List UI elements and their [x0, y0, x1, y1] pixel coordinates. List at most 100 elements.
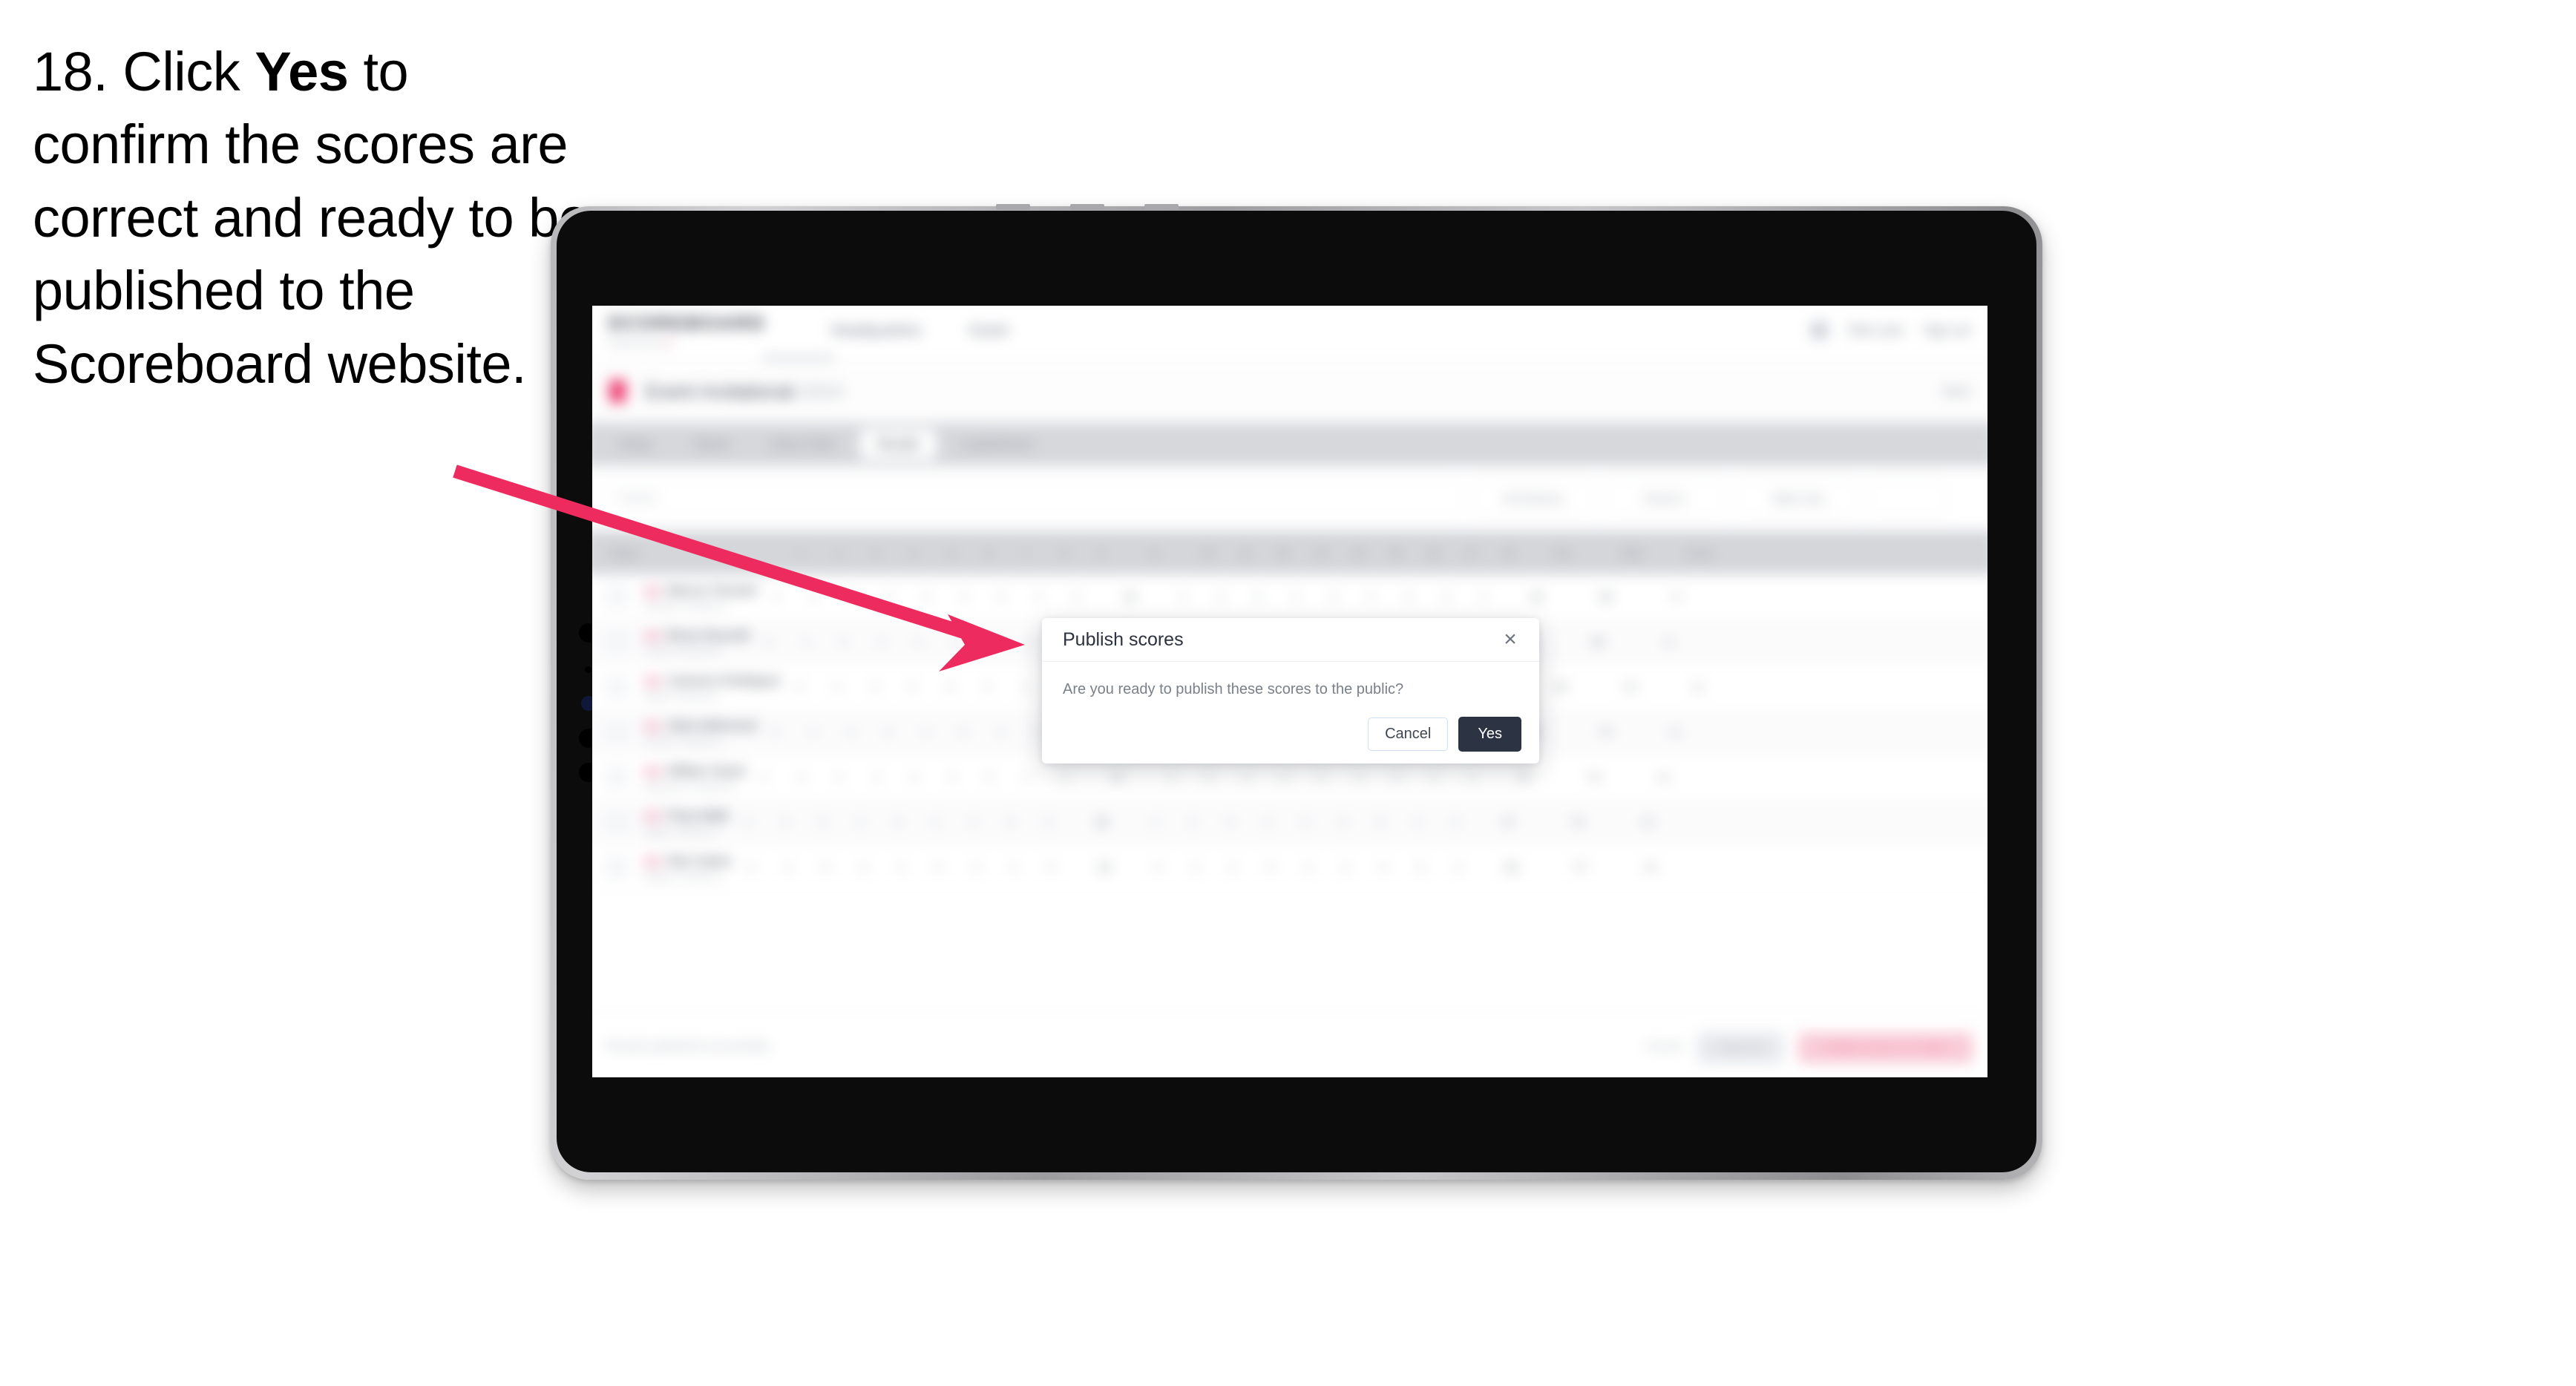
score-cell[interactable]: 5	[807, 861, 845, 873]
score-cell[interactable]: 3	[1427, 591, 1465, 603]
total-cell[interactable]: 73	[1571, 726, 1640, 738]
score-total-cell[interactable]: E	[1664, 680, 1733, 693]
score-cell[interactable]: 3	[1324, 815, 1362, 828]
score-cell[interactable]: 4	[1276, 591, 1314, 603]
score-cell[interactable]: 5	[1361, 815, 1399, 828]
tab-leaderboard[interactable]: Leaderboard	[944, 430, 1049, 459]
score-cell[interactable]: 4	[819, 680, 856, 693]
score-cell[interactable]: 5	[879, 815, 917, 828]
score-cell[interactable]: 3	[931, 680, 969, 693]
total-cell[interactable]: 68	[1571, 591, 1640, 603]
score-cell[interactable]: 4	[1327, 861, 1365, 873]
score-cell[interactable]: 4	[945, 591, 983, 603]
score-total-cell[interactable]: +5	[1615, 861, 1684, 873]
yes-button[interactable]: Yes	[1458, 717, 1521, 752]
score-cell[interactable]: 4	[982, 726, 1020, 738]
score-cell[interactable]: 4	[1289, 861, 1327, 873]
score-cell[interactable]: 4	[842, 815, 879, 828]
score-cell[interactable]: 4	[870, 591, 908, 603]
sign-out-link[interactable]: Sign out	[1924, 323, 1970, 338]
save-all-button[interactable]: Save All	[1697, 1031, 1784, 1063]
table-row[interactable]: Nick Sutton Raiders / Division A545445445…	[592, 844, 1987, 891]
score-total-cell[interactable]: -4	[1640, 591, 1709, 603]
search-input[interactable]: Search	[606, 481, 1461, 516]
score-cell[interactable]: 4	[907, 726, 945, 738]
score-cell[interactable]: 5	[920, 861, 957, 873]
row-checkbox[interactable]	[606, 586, 628, 608]
score-cell[interactable]: 4	[745, 771, 783, 784]
tab-draw-order[interactable]: Draw Order	[754, 430, 853, 459]
total-cell[interactable]: 75	[1543, 815, 1612, 828]
avatar[interactable]	[1809, 321, 1829, 341]
score-cell[interactable]: 4	[957, 861, 995, 873]
score-cell[interactable]: 4	[899, 636, 937, 648]
score-cell[interactable]: 3	[795, 591, 833, 603]
tablet-button-1[interactable]	[996, 204, 1030, 210]
out-cell[interactable]: 37	[1490, 771, 1559, 784]
score-total-cell[interactable]: +2	[1628, 771, 1697, 784]
score-cell[interactable]: 4	[1214, 861, 1252, 873]
score-cell[interactable]: 4	[1399, 815, 1437, 828]
score-cell[interactable]: 3	[1265, 771, 1302, 784]
score-cell[interactable]: 4	[856, 680, 894, 693]
score-cell[interactable]: 4	[787, 636, 825, 648]
nav-item-event[interactable]: Event	[970, 322, 1009, 339]
in-cell[interactable]: 33	[1095, 591, 1164, 603]
score-cell[interactable]: 3	[908, 591, 945, 603]
score-cell[interactable]: 4	[781, 680, 819, 693]
score-cell[interactable]: 4	[969, 680, 1006, 693]
total-cell[interactable]: 74	[1559, 771, 1628, 784]
score-cell[interactable]: 4	[1139, 861, 1177, 873]
score-cell[interactable]: 5	[1239, 591, 1277, 603]
score-cell[interactable]: 5	[1402, 861, 1440, 873]
brand-logo[interactable]: SCOREBOARD Powered by ●	[608, 312, 766, 348]
score-cell[interactable]: 4	[1164, 591, 1202, 603]
score-cell[interactable]: 4	[1248, 815, 1286, 828]
score-cell[interactable]: 3	[750, 636, 787, 648]
row-checkbox[interactable]	[606, 856, 628, 878]
score-cell[interactable]: 4	[1364, 861, 1402, 873]
score-cell[interactable]: 4	[1452, 771, 1490, 784]
row-checkbox[interactable]	[606, 676, 628, 698]
score-cell[interactable]: 5	[825, 636, 862, 648]
row-checkbox[interactable]	[606, 811, 628, 833]
filter-round[interactable]: Round 1	[1605, 481, 1725, 516]
score-cell[interactable]: 4	[820, 771, 858, 784]
score-total-cell[interactable]: +1	[1640, 726, 1709, 738]
score-total-cell[interactable]: -3	[1633, 636, 1702, 648]
score-cell[interactable]: 5	[1190, 771, 1228, 784]
score-cell[interactable]: 5	[832, 591, 870, 603]
tab-setup[interactable]: Setup	[602, 430, 668, 459]
score-cell[interactable]: 4	[1286, 815, 1324, 828]
score-cell[interactable]: 4	[1008, 771, 1046, 784]
score-cell[interactable]: 3	[1314, 591, 1352, 603]
score-cell[interactable]: 4	[1415, 771, 1453, 784]
score-cell[interactable]: 4	[1464, 591, 1502, 603]
score-cell[interactable]: 3	[1058, 591, 1095, 603]
score-cell[interactable]: 4	[1439, 861, 1477, 873]
score-cell[interactable]: 5	[732, 861, 770, 873]
score-cell[interactable]: 4	[1046, 771, 1084, 784]
total-cell[interactable]: 69	[1564, 636, 1633, 648]
score-cell[interactable]: 5	[944, 726, 982, 738]
score-cell[interactable]: 3	[1202, 591, 1239, 603]
nav-item-headquarters[interactable]: Headquarters	[830, 322, 922, 339]
score-cell[interactable]: 4	[1228, 771, 1265, 784]
score-cell[interactable]: 4	[1340, 771, 1378, 784]
tab-teams[interactable]: Teams	[676, 430, 747, 459]
score-cell[interactable]: 4	[917, 815, 954, 828]
total-cell[interactable]: 72	[1595, 680, 1664, 693]
score-cell[interactable]: 4	[1302, 771, 1340, 784]
in-cell[interactable]: 37	[1084, 771, 1153, 784]
filter-table-only[interactable]: Table Only	[1737, 481, 1858, 516]
publish-scores-button[interactable]: Publish Scores To Public	[1798, 1031, 1973, 1063]
tab-results[interactable]: Results	[860, 429, 937, 460]
score-cell[interactable]: 3	[1029, 815, 1067, 828]
score-cell[interactable]: 5	[992, 815, 1029, 828]
table-row[interactable]: Priya Malik Eagles / Division C4454544533…	[592, 799, 1987, 846]
row-checkbox[interactable]	[606, 766, 628, 788]
score-cell[interactable]: 4	[1020, 591, 1058, 603]
filter-all-divisions[interactable]: All Divisions	[1472, 481, 1593, 516]
score-cell[interactable]: 4	[832, 726, 870, 738]
score-cell[interactable]: 4	[1436, 815, 1474, 828]
